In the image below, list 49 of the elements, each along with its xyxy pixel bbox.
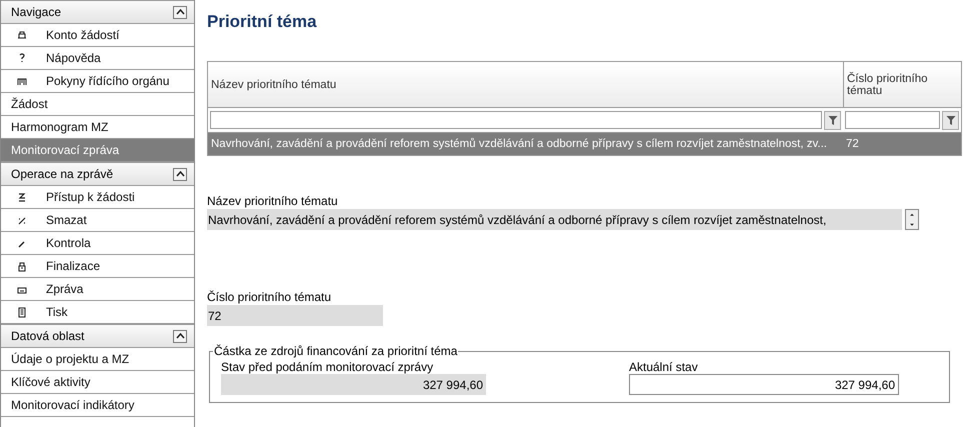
filter-icon [828, 114, 838, 126]
section-header[interactable]: Navigace [1, 0, 194, 24]
spin-button[interactable] [905, 209, 919, 230]
field-label: Stav před podáním monitorovací zprávy [221, 360, 434, 374]
filter-field[interactable] [845, 111, 940, 129]
filter-button[interactable] [942, 110, 959, 130]
field-label: Název prioritního tématu [207, 194, 339, 208]
sidebar-item[interactable]: Zpráva [1, 278, 194, 301]
section-title: Navigace [11, 5, 62, 19]
section-title: Operace na zprávě [11, 167, 114, 181]
section-header[interactable]: Operace na zprávě [1, 162, 194, 186]
filter-icon [946, 114, 956, 126]
collapse-button[interactable] [173, 6, 187, 18]
filter-field[interactable] [210, 111, 822, 129]
number-field: 72 [207, 305, 383, 326]
sidebar-item[interactable]: Monitorovací indikátory [1, 394, 194, 417]
collapse-button[interactable] [173, 168, 187, 180]
item-icon [16, 260, 28, 272]
caret-icon [176, 171, 184, 177]
sidebar-item[interactable]: Konto žádostí [1, 24, 194, 47]
sidebar-item[interactable]: Nápověda [1, 47, 194, 70]
item-icon [16, 306, 28, 318]
field-label: Aktuální stav [629, 360, 699, 374]
collapse-button[interactable] [173, 330, 187, 342]
sidebar-item[interactable]: Monitorovací zpráva [1, 139, 194, 162]
item-icon [16, 29, 28, 41]
sidebar-item[interactable]: Žádost [1, 93, 194, 116]
name-field: Navrhování, zavádění a provádění reforem systémů vzdělávání a odborné přípravy s cílem rozvíjet zaměstnatelnost, [207, 209, 902, 230]
sidebar-item[interactable]: Přístup k žádosti [1, 186, 194, 209]
sidebar-item[interactable]: Finalizace [1, 255, 194, 278]
page-title: Prioritní téma [207, 12, 318, 32]
column-header[interactable]: Číslo prioritního tématu [843, 62, 961, 107]
item-icon [16, 191, 28, 203]
column-header[interactable]: Název prioritního tématu [208, 62, 843, 107]
amount-field[interactable]: 327 994,60 [629, 374, 899, 395]
table-row[interactable]: Navrhování, zavádění a provádění reforem systémů vzdělávání a odborné přípravy s cílem rozvíjet zaměstnatelnost, zv... 72 [208, 133, 961, 155]
amount-field: 327 994,60 [221, 374, 486, 395]
sidebar-item[interactable]: Pokyny řídícího orgánu [1, 70, 194, 93]
caret-icon [176, 333, 184, 339]
section-title: Datová oblast [11, 329, 84, 343]
sidebar-item[interactable]: Kontrola [1, 232, 194, 255]
sidebar-item[interactable]: Smazat [1, 209, 194, 232]
filter-button[interactable] [824, 110, 841, 130]
sidebar-item[interactable]: Klíčové aktivity [1, 371, 194, 394]
sidebar-item[interactable]: Údaje o projektu a MZ [1, 348, 194, 371]
caret-icon [176, 9, 184, 15]
group-legend: Částka ze zdrojů financování za prioritní téma [213, 344, 458, 358]
field-label: Číslo prioritního tématu [207, 290, 332, 304]
section-header[interactable]: Datová oblast [1, 324, 194, 348]
